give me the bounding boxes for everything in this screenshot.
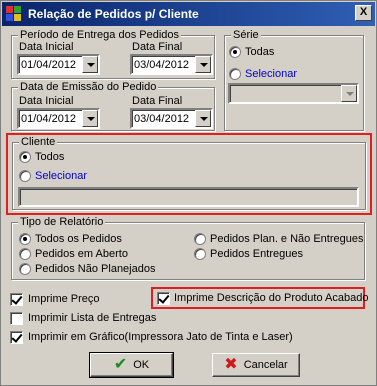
serie-selecionar-radio[interactable]: [229, 68, 241, 80]
entrega-data-inicial-label: Data Inicial: [19, 41, 74, 53]
emissao-data-final-value: 03/04/2012: [134, 113, 190, 125]
imprime-preco-checkbox[interactable]: [10, 293, 23, 306]
tipo-relatorio-legend: Tipo de Relatório: [18, 215, 106, 229]
emissao-data-inicial-label: Data Inicial: [19, 95, 74, 107]
chevron-down-icon[interactable]: [195, 56, 211, 73]
dialog-window: Relação de Pedidos p/ Cliente X Período …: [0, 0, 377, 386]
title-bar: Relação de Pedidos p/ Cliente X: [2, 2, 375, 26]
cliente-todos-label[interactable]: Todos: [35, 151, 64, 164]
cliente-legend: Cliente: [19, 135, 58, 149]
imprimir-grafico-label[interactable]: Imprimir em Gráfico(Impressora Jato de T…: [28, 331, 293, 344]
chevron-down-icon[interactable]: [82, 110, 98, 127]
serie-todas-radio[interactable]: [229, 46, 241, 58]
entrega-data-final-value: 03/04/2012: [134, 59, 190, 71]
tipo-entregues-label[interactable]: Pedidos Entregues: [210, 248, 303, 261]
entrega-data-inicial-picker[interactable]: 01/04/2012: [17, 54, 100, 75]
window-title: Relação de Pedidos p/ Cliente: [28, 7, 199, 21]
check-icon: ✔: [113, 356, 128, 373]
imprime-descricao-checkbox[interactable]: [157, 292, 170, 305]
emissao-data-inicial-picker[interactable]: 01/04/2012: [17, 108, 100, 129]
tipo-plan-nao-entregues-label[interactable]: Pedidos Plan. e Não Entregues: [210, 233, 364, 246]
tipo-pedidos-aberto-radio[interactable]: [19, 248, 31, 260]
emissao-data-final-picker[interactable]: 03/04/2012: [130, 108, 213, 129]
serie-select[interactable]: [228, 83, 359, 104]
app-icon: [6, 6, 22, 22]
tipo-todos-pedidos-radio[interactable]: [19, 233, 31, 245]
data-emissao-legend: Data de Emissão do Pedido: [18, 80, 159, 94]
ok-button[interactable]: ✔ OK: [89, 352, 174, 378]
entrega-data-inicial-value: 01/04/2012: [21, 59, 77, 71]
entrega-data-final-label: Data Final: [132, 41, 183, 53]
cancel-button[interactable]: ✖ Cancelar: [212, 353, 300, 377]
imprime-descricao-label[interactable]: Imprime Descrição do Produto Acabado: [174, 292, 368, 305]
imprimir-lista-label[interactable]: Imprimir Lista de Entregas: [28, 312, 156, 325]
chevron-down-icon[interactable]: [195, 110, 211, 127]
emissao-data-inicial-value: 01/04/2012: [21, 113, 77, 125]
ok-button-label: OK: [133, 359, 150, 371]
serie-todas-label[interactable]: Todas: [245, 46, 274, 59]
periodo-entrega-legend: Período de Entrega dos Pedidos: [18, 28, 182, 42]
entrega-data-final-picker[interactable]: 03/04/2012: [130, 54, 213, 75]
cancel-x-icon: ✖: [224, 356, 238, 373]
tipo-pedidos-aberto-label[interactable]: Pedidos em Aberto: [35, 248, 128, 261]
tipo-entregues-radio[interactable]: [194, 248, 206, 260]
cliente-input[interactable]: [18, 187, 359, 207]
tipo-todos-pedidos-label[interactable]: Todos os Pedidos: [35, 233, 122, 246]
cliente-selecionar-label[interactable]: Selecionar: [35, 170, 87, 183]
emissao-data-final-label: Data Final: [132, 95, 183, 107]
imprime-preco-label[interactable]: Imprime Preço: [28, 293, 100, 306]
cliente-todos-radio[interactable]: [19, 151, 31, 163]
tipo-nao-planejados-radio[interactable]: [19, 263, 31, 275]
imprimir-lista-checkbox[interactable]: [10, 312, 23, 325]
chevron-down-icon[interactable]: [341, 85, 357, 102]
serie-selecionar-label[interactable]: Selecionar: [245, 68, 297, 81]
chevron-down-icon[interactable]: [82, 56, 98, 73]
serie-legend: Série: [231, 28, 261, 42]
tipo-nao-planejados-label[interactable]: Pedidos Não Planejados: [35, 263, 155, 276]
cancel-button-label: Cancelar: [243, 359, 288, 371]
tipo-plan-nao-entregues-radio[interactable]: [194, 233, 206, 245]
imprimir-grafico-checkbox[interactable]: [10, 331, 23, 344]
close-button[interactable]: X: [355, 5, 372, 21]
cliente-selecionar-radio[interactable]: [19, 170, 31, 182]
